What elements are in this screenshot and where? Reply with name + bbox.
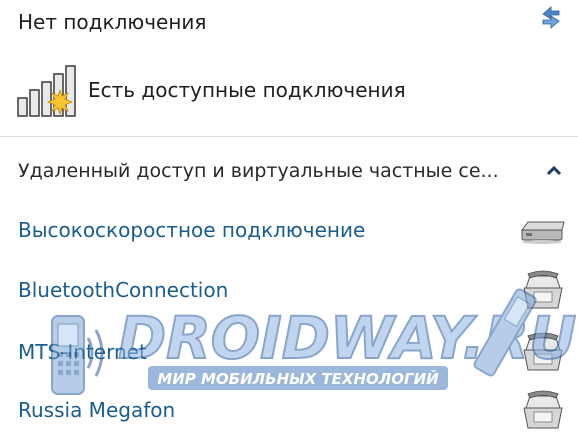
available-connections-row: Есть доступные подключения xyxy=(16,62,406,118)
section-title: Удаленный доступ и виртуальные частные с… xyxy=(18,160,499,182)
connection-item-mts[interactable]: MTS-Internet xyxy=(18,330,566,374)
wifi-signal-icon xyxy=(17,65,76,117)
chevron-up-icon[interactable] xyxy=(544,161,564,181)
connection-label: BluetoothConnection xyxy=(18,278,229,302)
section-header-dialup-vpn[interactable]: Удаленный доступ и виртуальные частные с… xyxy=(18,155,564,187)
phone-icon xyxy=(523,332,563,371)
divider xyxy=(0,136,578,137)
connection-label: Russia Megafon xyxy=(18,398,176,422)
connection-item-megafon[interactable]: Russia Megafon xyxy=(18,388,566,432)
available-connections-text: Есть доступные подключения xyxy=(88,78,406,102)
network-panel: Нет подключения Есть доступные подключен… xyxy=(0,0,578,438)
connection-item-highspeed[interactable]: Высокоскоростное подключение xyxy=(18,208,566,252)
connection-status-title: Нет подключения xyxy=(18,10,207,34)
phone-icon xyxy=(523,270,563,309)
phone-icon xyxy=(523,390,563,429)
connection-label: MTS-Internet xyxy=(18,340,147,364)
refresh-icon[interactable] xyxy=(538,4,564,30)
connection-label: Высокоскоростное подключение xyxy=(18,218,366,242)
connection-item-bluetooth[interactable]: BluetoothConnection xyxy=(18,268,566,312)
modem-icon xyxy=(521,221,565,244)
